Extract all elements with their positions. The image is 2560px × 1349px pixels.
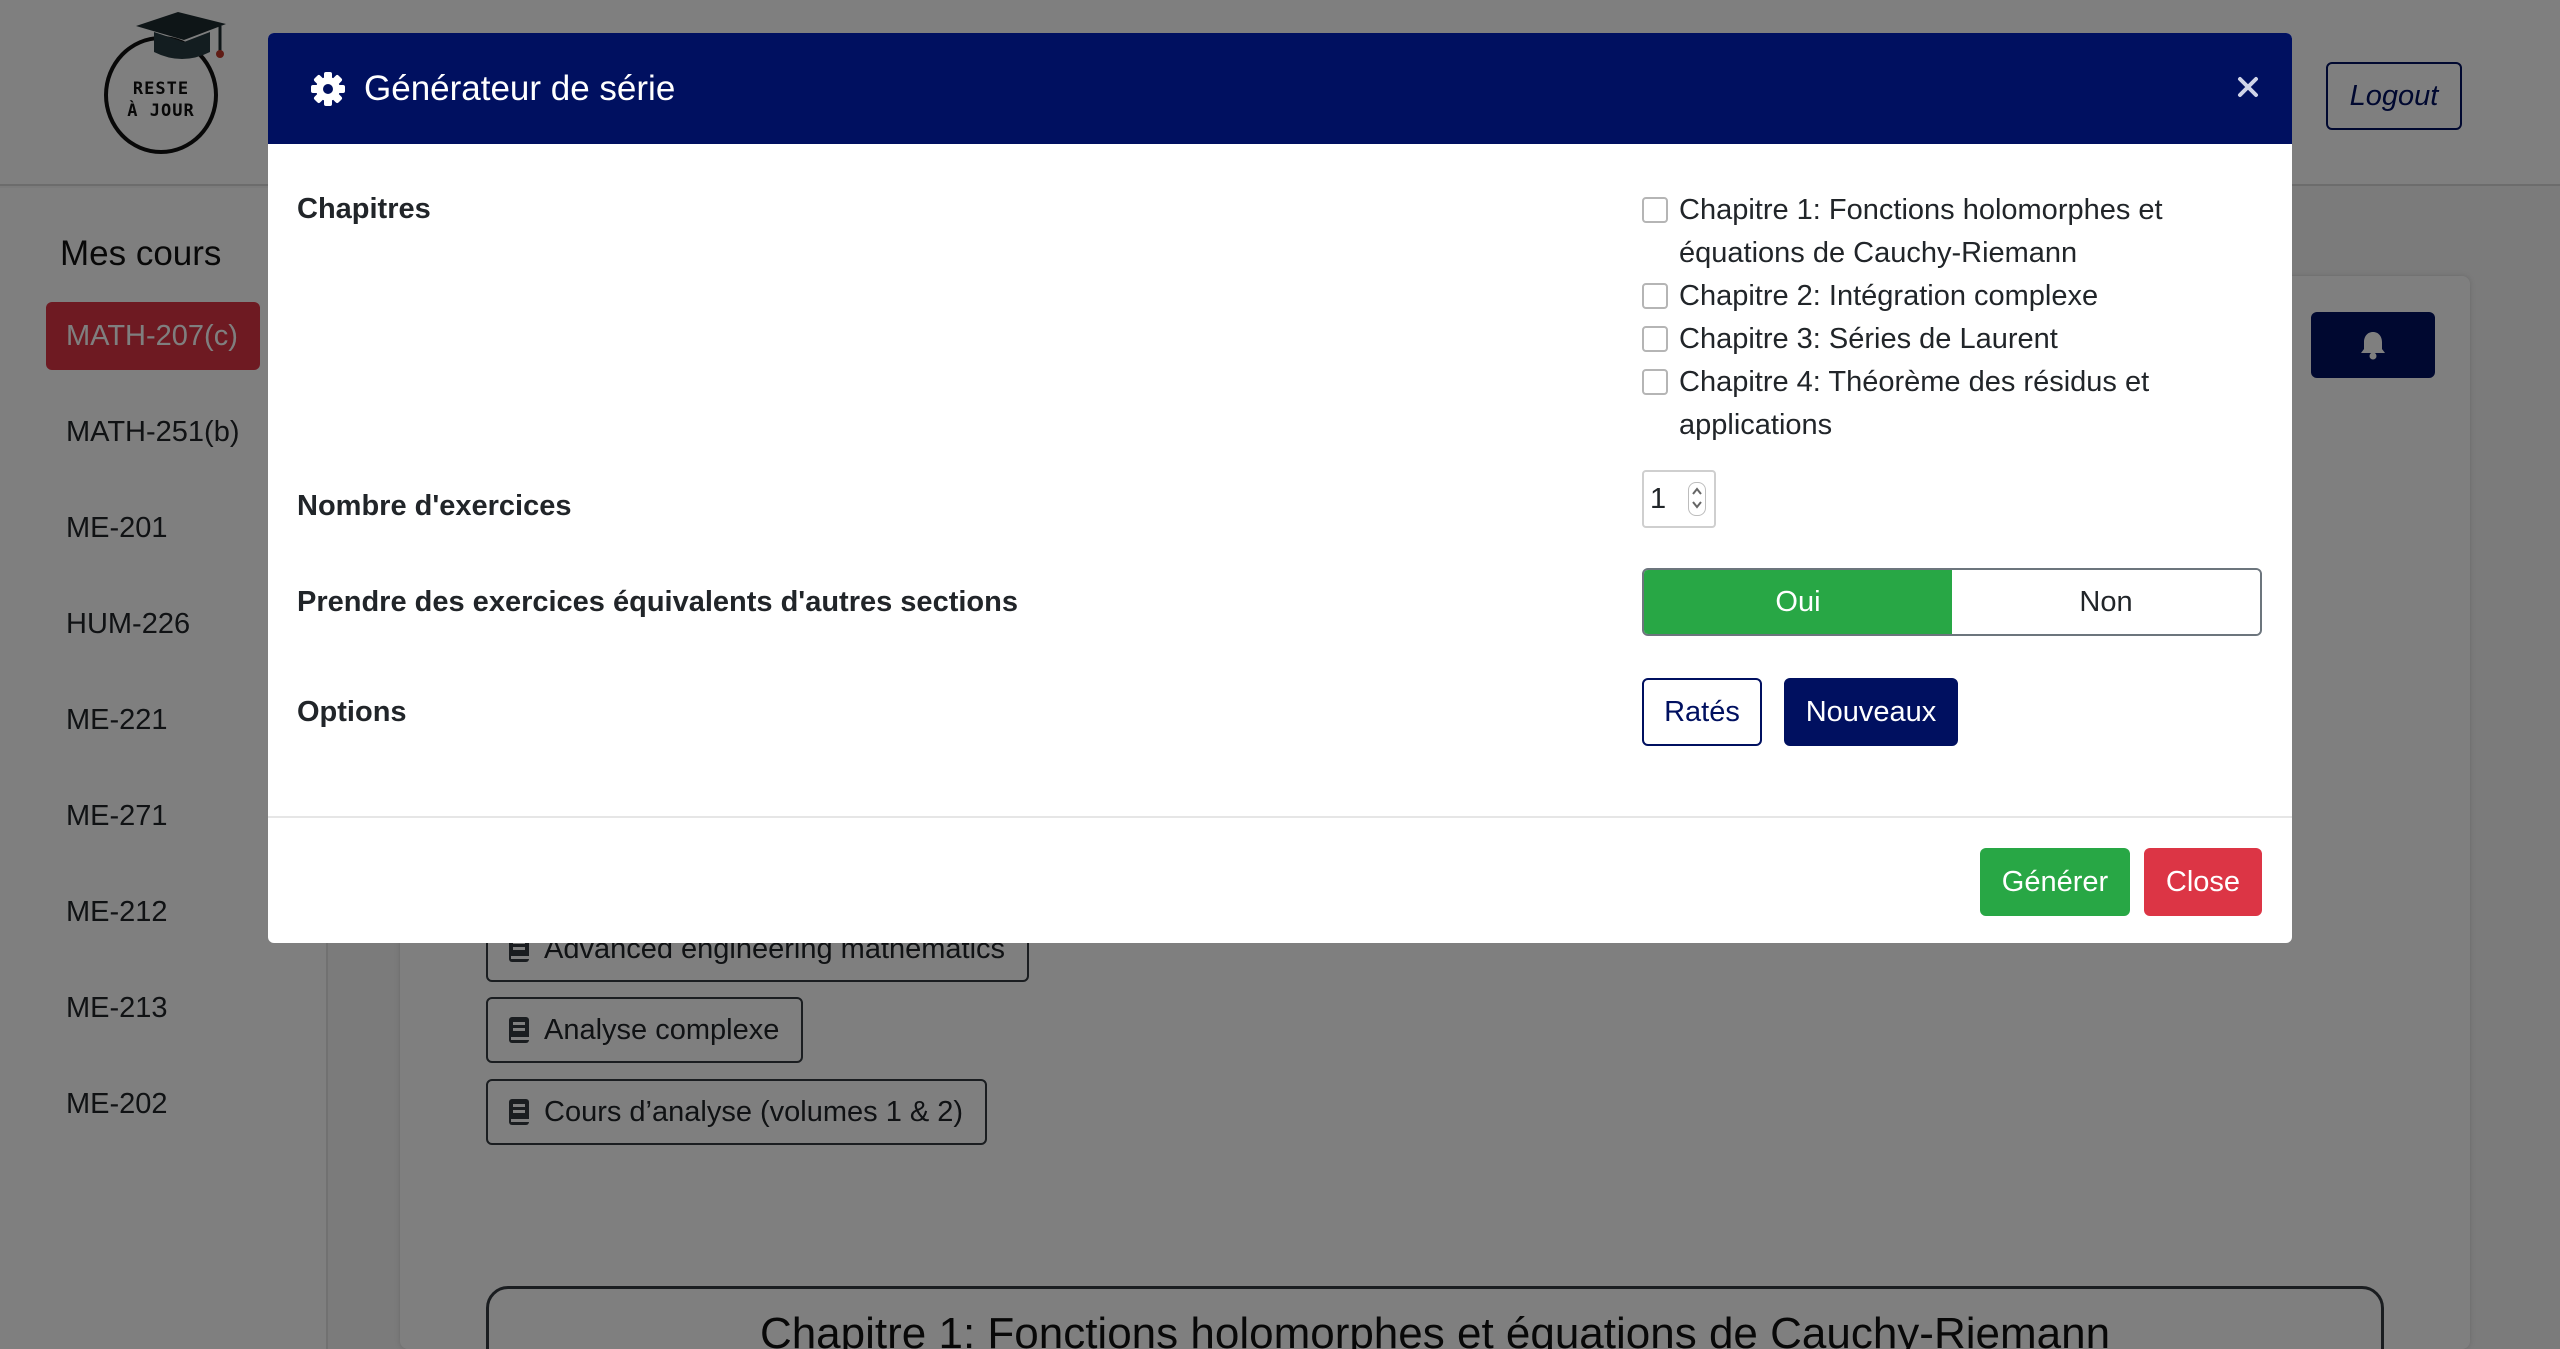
chapter-checkbox[interactable] [1642, 326, 1668, 352]
chapter-option[interactable]: Chapitre 2: Intégration complexe [1642, 275, 2262, 318]
option-failed-button[interactable]: Ratés [1642, 678, 1762, 746]
series-generator-modal: Générateur de série Chapitres Chapitre 1… [268, 33, 2292, 943]
chapter-checkbox-list: Chapitre 1: Fonctions holomorphes et équ… [1642, 189, 2262, 447]
close-button[interactable]: Close [2144, 848, 2262, 916]
chapter-option[interactable]: Chapitre 3: Séries de Laurent [1642, 318, 2262, 361]
chapter-checkbox[interactable] [1642, 283, 1668, 309]
equivalent-exercises-label: Prendre des exercices équivalents d'autr… [297, 586, 1018, 618]
close-icon [2238, 77, 2258, 97]
options-label: Options [297, 696, 407, 728]
option-new-button[interactable]: Nouveaux [1784, 678, 1958, 746]
modal-footer-divider [268, 816, 2292, 818]
chapter-option-label: Chapitre 4: Théorème des résidus et appl… [1679, 366, 2150, 441]
chapter-option-label: Chapitre 3: Séries de Laurent [1679, 323, 2058, 355]
generate-button[interactable]: Générer [1980, 848, 2130, 916]
modal-title: Générateur de série [364, 68, 676, 108]
exercise-count-input[interactable]: 1 [1642, 470, 1716, 528]
chapter-option-label: Chapitre 2: Intégration complexe [1679, 280, 2099, 312]
modal-close-button[interactable] [2228, 67, 2268, 107]
gear-icon [311, 71, 345, 106]
chapter-checkbox[interactable] [1642, 369, 1668, 395]
exercise-count-label: Nombre d'exercices [297, 490, 572, 522]
equivalent-toggle: Oui Non [1642, 568, 2262, 636]
chapter-checkbox[interactable] [1642, 197, 1668, 223]
spinner-arrows-icon [1692, 487, 1702, 509]
chapter-option-label: Chapitre 1: Fonctions holomorphes et équ… [1679, 194, 2163, 269]
modal-header: Générateur de série [268, 33, 2292, 144]
chapter-option[interactable]: Chapitre 1: Fonctions holomorphes et équ… [1642, 189, 2262, 275]
chapter-option[interactable]: Chapitre 4: Théorème des résidus et appl… [1642, 361, 2262, 447]
toggle-yes-button[interactable]: Oui [1644, 570, 1952, 634]
number-spinner[interactable] [1688, 482, 1706, 516]
exercise-count-value: 1 [1650, 482, 1667, 515]
chapters-label: Chapitres [297, 193, 431, 225]
toggle-no-button[interactable]: Non [1952, 570, 2260, 634]
